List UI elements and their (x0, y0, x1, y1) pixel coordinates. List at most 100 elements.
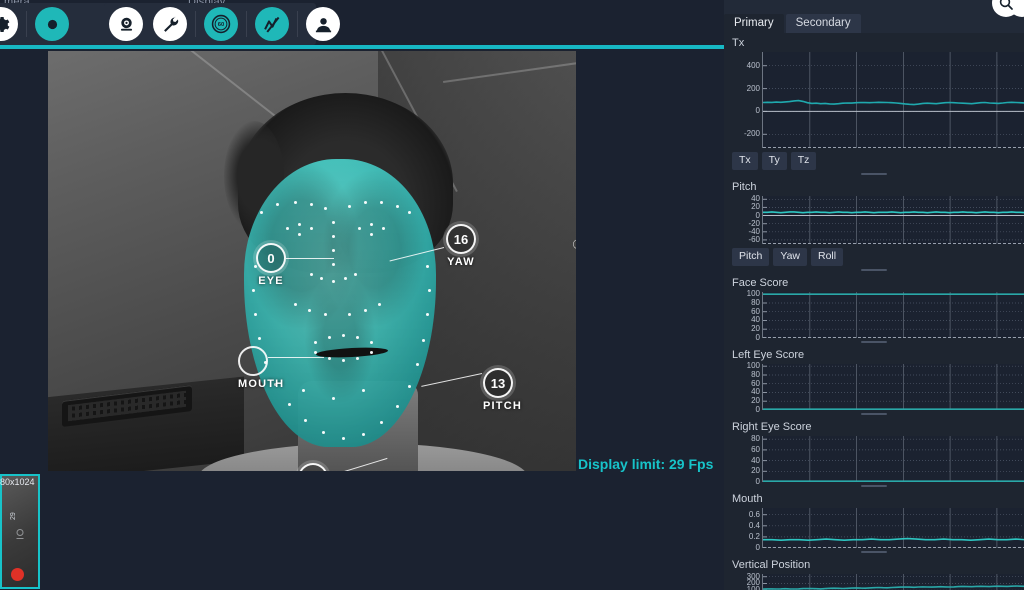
video-thumbnail-panel[interactable]: 29 (0, 474, 40, 589)
panel-tabs: Primary Secondary (724, 14, 863, 33)
chart-title: Pitch (724, 177, 1024, 196)
hud-leader-line (286, 258, 334, 259)
svg-text:60: 60 (218, 22, 225, 28)
chart-vertical-position: Vertical Position3002001000-100-200-300 (724, 555, 1024, 590)
chart-title: Right Eye Score (724, 417, 1024, 436)
axis-button-roll[interactable]: Roll (811, 248, 843, 266)
tab-secondary[interactable]: Secondary (786, 14, 861, 33)
y-tick-label: 0.6 (749, 511, 760, 519)
axis-button-tz[interactable]: Tz (791, 152, 817, 170)
chart-mouth: Mouth0.60.40.20 (724, 489, 1024, 555)
hud-value: 13 (483, 368, 513, 398)
display-button-group: 60 (104, 3, 316, 45)
hud-label: MOUTH (238, 378, 284, 390)
y-tick-label: 0.2 (749, 533, 760, 541)
hud-label: YAW (446, 256, 476, 268)
face-shading (244, 159, 436, 447)
graph-icon[interactable] (255, 7, 289, 41)
chart-tx: Tx4002000-200TxTyTz (724, 33, 1024, 177)
wrench-icon[interactable] (153, 7, 187, 41)
chart-pitch: Pitch40200-20-40-60PitchYawRoll (724, 177, 1024, 273)
chart-canvas (762, 52, 1024, 148)
thumbnail-side-label: 29 (10, 512, 17, 520)
chart-canvas (762, 196, 1024, 244)
y-tick-label: 60 (751, 446, 760, 454)
y-tick-label: -60 (748, 236, 760, 244)
chart-title: Vertical Position (724, 555, 1024, 574)
y-tick-label: -200 (744, 130, 760, 138)
face-profile-icon[interactable] (306, 7, 340, 41)
chart-plot-area[interactable]: 806040200 (732, 436, 1024, 482)
axis-button-row: PitchYawRoll (724, 244, 1024, 266)
axis-button-tx[interactable]: Tx (732, 152, 758, 170)
axis-button-pitch[interactable]: Pitch (732, 248, 769, 266)
y-axis-ticks: 400 200 0 -200 (732, 52, 762, 148)
chart-plot-area[interactable]: 40200-20-40-60 (732, 196, 1024, 244)
thumbnail-resolution-label: 80x1024 (0, 477, 35, 487)
chart-title: Left Eye Score (724, 345, 1024, 364)
chart-plot-area[interactable]: 400 200 0 -200 (732, 52, 1024, 148)
toolbar-divider (246, 11, 247, 37)
chart-title: Face Score (724, 273, 1024, 292)
tab-primary[interactable]: Primary (724, 14, 784, 33)
record-toggle-icon[interactable] (35, 7, 69, 41)
hud-value: 16 (446, 224, 476, 254)
y-axis-ticks: 100806040200 (732, 292, 762, 338)
webcam-icon[interactable] (109, 7, 143, 41)
chart-canvas (762, 292, 1024, 338)
chart-splitter-handle[interactable] (724, 266, 1024, 273)
y-tick-label: 0.4 (749, 522, 760, 530)
settings-gear-icon[interactable] (0, 7, 18, 41)
toolbar-divider (26, 11, 27, 37)
chart-right-eye-score: Right Eye Score806040200 (724, 417, 1024, 489)
camera-button-group (0, 3, 120, 45)
chart-splitter-handle[interactable] (724, 170, 1024, 177)
chart-canvas (762, 574, 1024, 590)
chart-canvas (762, 508, 1024, 548)
y-axis-ticks: 0.60.40.20 (732, 508, 762, 548)
application-window: mera Display 60 (0, 0, 1024, 590)
chart-title: Mouth (724, 489, 1024, 508)
fps-meter-icon[interactable]: 60 (204, 7, 238, 41)
y-tick-label: 0 (756, 107, 760, 115)
hud-marker-eye: 0 EYE (256, 243, 286, 287)
chart-splitter-handle[interactable] (724, 338, 1024, 345)
chart-splitter-handle[interactable] (724, 548, 1024, 555)
chart-splitter-handle[interactable] (724, 482, 1024, 489)
chart-plot-area[interactable]: 100806040200 (732, 292, 1024, 338)
y-tick-label: 20 (751, 467, 760, 475)
thumbnail-overlay-icon (14, 528, 26, 547)
chart-plot-area[interactable]: 0.60.40.20 (732, 508, 1024, 548)
y-tick-label: 40 (751, 457, 760, 465)
hud-marker-yaw: 16 YAW (446, 224, 476, 268)
video-preview[interactable]: 0 EYE 16 YAW 13 PITCH 5 ROLL MOUTH ☉ (48, 51, 576, 471)
y-tick-label: 200 (747, 85, 760, 93)
hud-label: PITCH (483, 400, 522, 412)
hud-marker-mouth: MOUTH (238, 346, 284, 390)
y-tick-label: 80 (751, 435, 760, 443)
y-axis-ticks: 40200-20-40-60 (732, 196, 762, 244)
toolbar-divider (297, 11, 298, 37)
axis-button-ty[interactable]: Ty (762, 152, 787, 170)
telemetry-panel: Primary Secondary Tx4002000-200TxTyTzPit… (724, 0, 1024, 590)
hud-marker-pitch: 13 PITCH (483, 368, 522, 412)
axis-button-yaw[interactable]: Yaw (773, 248, 807, 266)
y-tick-label: 400 (747, 62, 760, 70)
chart-title: Tx (724, 33, 1024, 52)
chart-left-eye-score: Left Eye Score100806040200 (724, 345, 1024, 417)
chart-canvas (762, 364, 1024, 410)
top-toolbar: mera Display 60 (0, 0, 724, 48)
y-axis-ticks: 3002001000-100-200-300 (732, 574, 762, 590)
chart-plot-area[interactable]: 3002001000-100-200-300 (732, 574, 1024, 590)
record-indicator-dot (11, 568, 24, 581)
hud-value: 5 (298, 463, 328, 471)
chart-face-score: Face Score100806040200 (724, 273, 1024, 345)
chart-plot-area[interactable]: 100806040200 (732, 364, 1024, 410)
toolbar-divider-rule (0, 45, 724, 49)
hud-leader-line (268, 357, 324, 358)
chart-splitter-handle[interactable] (724, 410, 1024, 417)
axis-button-row: TxTyTz (724, 148, 1024, 170)
hud-marker-roll: 5 ROLL (298, 463, 333, 471)
toolbar-divider (195, 11, 196, 37)
y-axis-ticks: 806040200 (732, 436, 762, 482)
